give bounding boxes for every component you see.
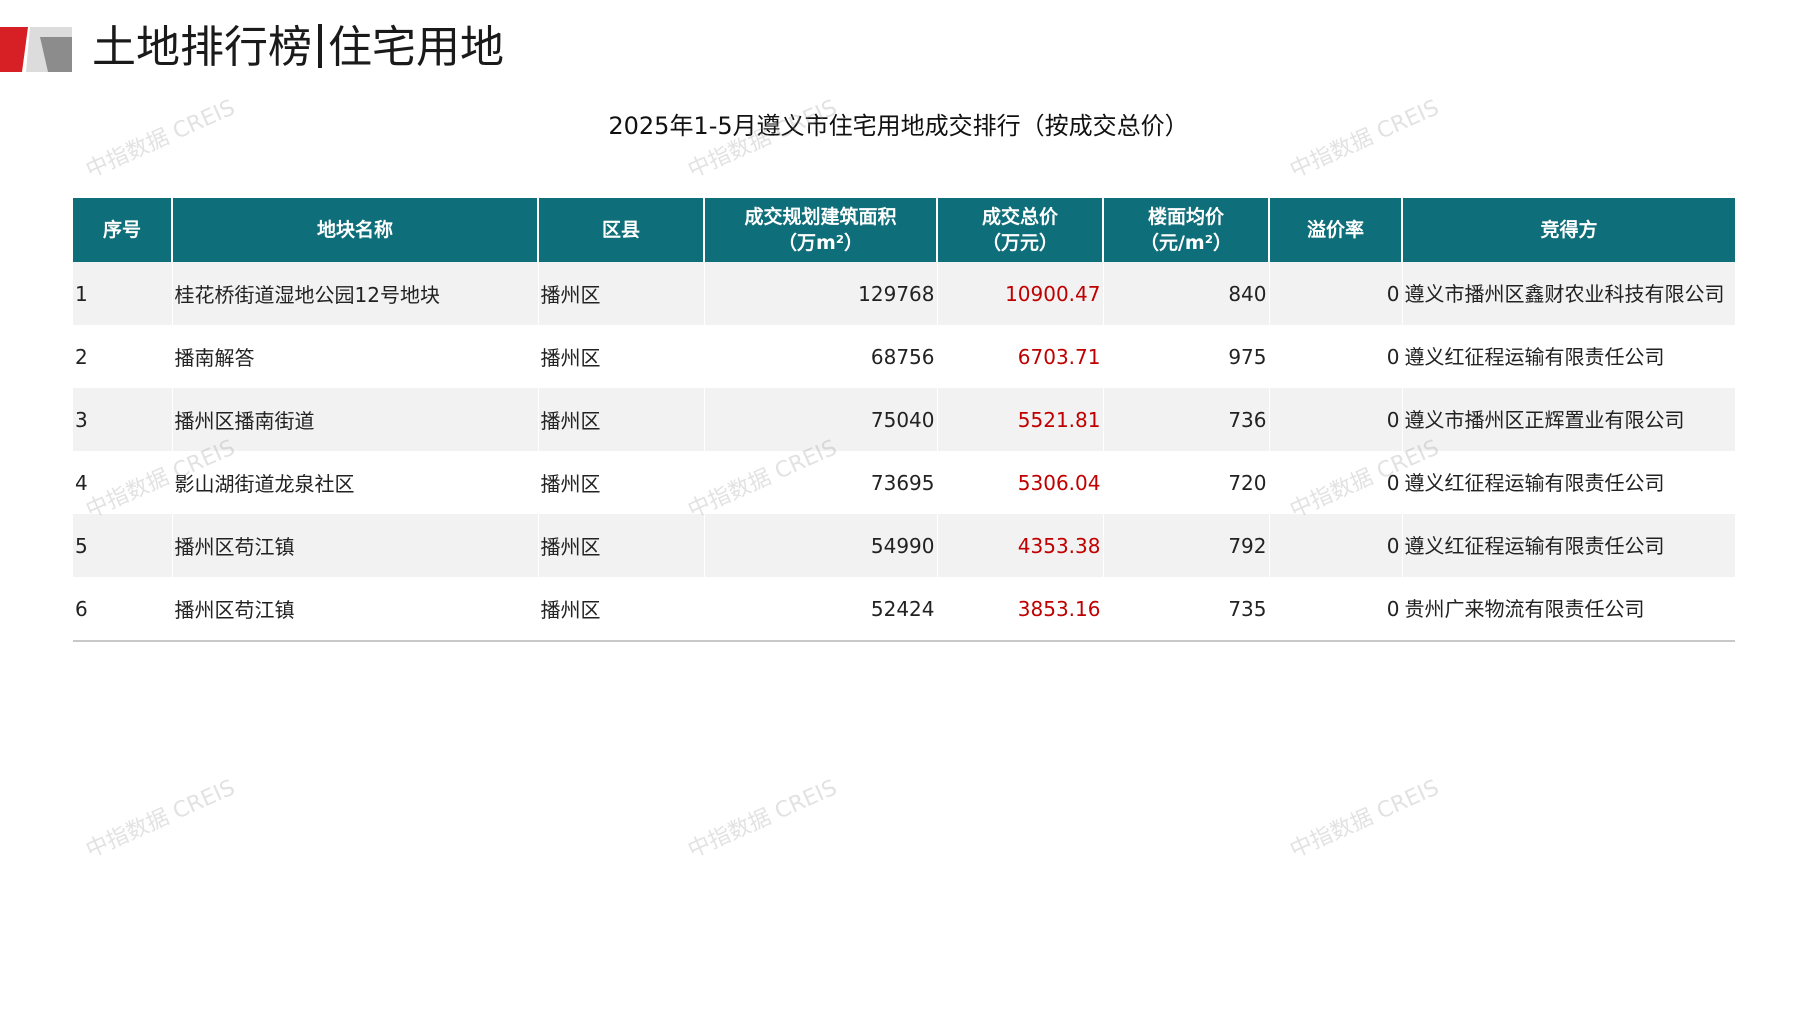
cell-premium: 0 bbox=[1269, 514, 1403, 577]
cell-no: 1 bbox=[73, 262, 173, 325]
cell-area: 52424 bbox=[704, 577, 938, 642]
cell-price: 4353.38 bbox=[937, 514, 1104, 577]
cell-premium: 0 bbox=[1269, 388, 1403, 451]
table-row: 1 桂花桥街道湿地公园12号地块 播州区 129768 10900.47 840… bbox=[73, 262, 1735, 325]
cell-price: 5521.81 bbox=[937, 388, 1104, 451]
brand-logo-icon bbox=[0, 27, 72, 72]
cell-name: 播州区苟江镇 bbox=[172, 514, 539, 577]
cell-premium: 0 bbox=[1269, 325, 1403, 388]
title-separator bbox=[318, 24, 322, 68]
watermark: 中指数据 CREIS bbox=[684, 775, 841, 864]
table-row: 2 播南解答 播州区 68756 6703.71 975 0 遵义红征程运输有限… bbox=[73, 325, 1735, 388]
col-header-premium: 溢价率 bbox=[1269, 198, 1403, 262]
page-title: 土地排行榜 住宅用地 bbox=[92, 18, 504, 78]
cell-no: 3 bbox=[73, 388, 173, 451]
cell-district: 播州区 bbox=[538, 262, 705, 325]
col-header-no: 序号 bbox=[73, 198, 173, 262]
cell-winner: 遵义市播州区鑫财农业科技有限公司 bbox=[1402, 262, 1735, 325]
watermark: 中指数据 CREIS bbox=[1286, 775, 1443, 864]
cell-winner: 遵义红征程运输有限责任公司 bbox=[1402, 325, 1735, 388]
cell-name: 影山湖街道龙泉社区 bbox=[172, 451, 539, 514]
cell-district: 播州区 bbox=[538, 577, 705, 642]
cell-price: 3853.16 bbox=[937, 577, 1104, 642]
cell-district: 播州区 bbox=[538, 514, 705, 577]
col-header-winner: 竞得方 bbox=[1402, 198, 1735, 262]
col-header-price: 成交总价 （万元） bbox=[937, 198, 1104, 262]
cell-winner: 遵义红征程运输有限责任公司 bbox=[1402, 451, 1735, 514]
table-row: 5 播州区苟江镇 播州区 54990 4353.38 792 0 遵义红征程运输… bbox=[73, 514, 1735, 577]
watermark: 中指数据 CREIS bbox=[82, 775, 239, 864]
cell-no: 5 bbox=[73, 514, 173, 577]
cell-price: 10900.47 bbox=[937, 262, 1104, 325]
cell-name: 桂花桥街道湿地公园12号地块 bbox=[172, 262, 539, 325]
col-header-name: 地块名称 bbox=[172, 198, 539, 262]
cell-area: 129768 bbox=[704, 262, 938, 325]
cell-name: 播州区播南街道 bbox=[172, 388, 539, 451]
cell-premium: 0 bbox=[1269, 262, 1403, 325]
cell-winner: 贵州广来物流有限责任公司 bbox=[1402, 577, 1735, 642]
table-row: 3 播州区播南街道 播州区 75040 5521.81 736 0 遵义市播州区… bbox=[73, 388, 1735, 451]
cell-area: 75040 bbox=[704, 388, 938, 451]
cell-unit-price: 720 bbox=[1103, 451, 1270, 514]
cell-unit-price: 975 bbox=[1103, 325, 1270, 388]
table-row: 6 播州区苟江镇 播州区 52424 3853.16 735 0 贵州广来物流有… bbox=[73, 577, 1735, 642]
cell-area: 73695 bbox=[704, 451, 938, 514]
cell-premium: 0 bbox=[1269, 577, 1403, 642]
cell-no: 4 bbox=[73, 451, 173, 514]
col-header-district: 区县 bbox=[538, 198, 705, 262]
table-row: 4 影山湖街道龙泉社区 播州区 73695 5306.04 720 0 遵义红征… bbox=[73, 451, 1735, 514]
table-title: 2025年1-5月遵义市住宅用地成交排行（按成交总价） bbox=[608, 112, 1189, 140]
table-header-row: 序号 地块名称 区县 成交规划建筑面积 （万m²） 成交总价 （万元） 楼面均价 （元… bbox=[73, 198, 1735, 262]
cell-winner: 遵义红征程运输有限责任公司 bbox=[1402, 514, 1735, 577]
cell-price: 6703.71 bbox=[937, 325, 1104, 388]
cell-no: 2 bbox=[73, 325, 173, 388]
cell-district: 播州区 bbox=[538, 325, 705, 388]
cell-no: 6 bbox=[73, 577, 173, 642]
cell-area: 68756 bbox=[704, 325, 938, 388]
cell-premium: 0 bbox=[1269, 451, 1403, 514]
cell-unit-price: 735 bbox=[1103, 577, 1270, 642]
col-header-area: 成交规划建筑面积 （万m²） bbox=[704, 198, 938, 262]
cell-price: 5306.04 bbox=[937, 451, 1104, 514]
cell-unit-price: 736 bbox=[1103, 388, 1270, 451]
col-header-unit-price: 楼面均价 （元/m²） bbox=[1103, 198, 1270, 262]
cell-district: 播州区 bbox=[538, 388, 705, 451]
cell-district: 播州区 bbox=[538, 451, 705, 514]
cell-winner: 遵义市播州区正辉置业有限公司 bbox=[1402, 388, 1735, 451]
logo-red-shape bbox=[0, 27, 28, 72]
page-title-left: 土地排行榜 bbox=[92, 22, 312, 73]
cell-name: 播州区苟江镇 bbox=[172, 577, 539, 642]
cell-area: 54990 bbox=[704, 514, 938, 577]
cell-unit-price: 792 bbox=[1103, 514, 1270, 577]
cell-unit-price: 840 bbox=[1103, 262, 1270, 325]
page-title-right: 住宅用地 bbox=[328, 22, 504, 73]
ranking-table: 序号 地块名称 区县 成交规划建筑面积 （万m²） 成交总价 （万元） 楼面均价 （元… bbox=[73, 198, 1735, 642]
cell-name: 播南解答 bbox=[172, 325, 539, 388]
